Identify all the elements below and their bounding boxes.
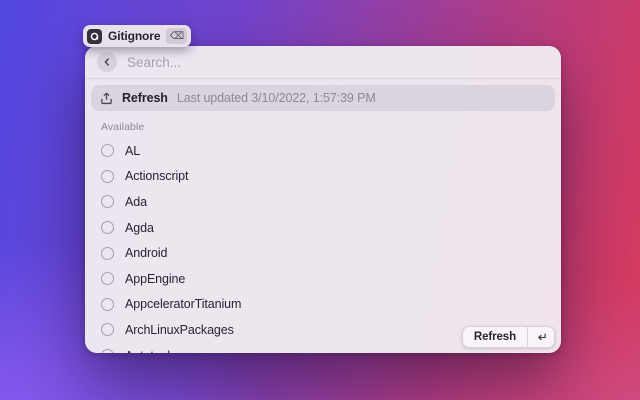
extension-chip-label: Gitignore (108, 29, 161, 43)
unchecked-circle-icon (101, 221, 114, 235)
search-bar (85, 46, 561, 78)
section-header-available: Available (101, 121, 145, 133)
chevron-left-icon (104, 58, 109, 66)
list-item-label: AppEngine (125, 271, 186, 286)
refresh-item-subtitle: Last updated 3/10/2022, 1:57:39 PM (176, 91, 376, 105)
download-tray-icon (101, 92, 112, 104)
list-item[interactable]: Actionscript (91, 164, 555, 190)
unchecked-circle-icon (101, 195, 114, 209)
unchecked-circle-icon (101, 323, 114, 337)
unchecked-circle-icon (101, 246, 114, 260)
extension-chip[interactable]: Gitignore ⌫ (83, 25, 192, 47)
list-item[interactable]: Agda (91, 215, 555, 241)
list-item-label: Android (125, 246, 168, 261)
unchecked-circle-icon (101, 297, 114, 311)
list-item-label: Actionscript (125, 169, 189, 184)
list-item[interactable]: AppEngine (91, 266, 555, 292)
list-item-label: Ada (125, 194, 147, 209)
results-area: Refresh Last updated 3/10/2022, 1:57:39 … (85, 79, 561, 353)
return-key-icon[interactable] (528, 327, 554, 347)
list-item[interactable]: Android (91, 240, 555, 266)
refresh-list-item-selected[interactable]: Refresh Last updated 3/10/2022, 1:57:39 … (91, 85, 555, 111)
unchecked-circle-icon (101, 144, 114, 158)
refresh-item-title: Refresh (122, 91, 168, 105)
list-item[interactable]: AL (91, 138, 555, 164)
unchecked-circle-icon (101, 349, 114, 353)
list-item-label: Agda (125, 220, 154, 235)
unchecked-circle-icon (101, 169, 114, 183)
backspace-key-icon: ⌫ (166, 28, 188, 44)
list-item[interactable]: AppceleratorTitanium (91, 292, 555, 318)
list-item-label: ArchLinuxPackages (125, 322, 234, 337)
unchecked-circle-icon (101, 272, 114, 286)
gitignore-app-icon (87, 28, 102, 44)
list-item[interactable]: Ada (91, 189, 555, 215)
list-item-label: AL (125, 143, 141, 158)
list-item-label: AppceleratorTitanium (125, 297, 242, 312)
refresh-button[interactable]: Refresh (463, 327, 527, 347)
list-item-label: Autotools (125, 349, 176, 353)
back-button[interactable] (97, 52, 117, 72)
footer-action-group: Refresh (461, 326, 555, 348)
search-input[interactable] (127, 54, 549, 70)
launcher-window: Refresh Last updated 3/10/2022, 1:57:39 … (85, 46, 561, 353)
